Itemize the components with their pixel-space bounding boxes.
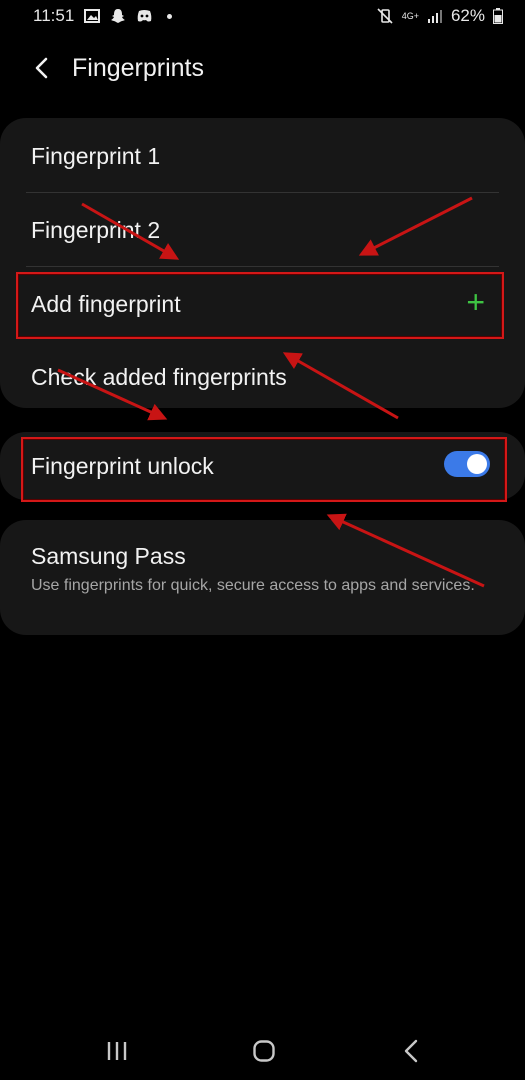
plus-icon[interactable]: +	[466, 286, 485, 318]
app-header: Fingerprints	[0, 45, 525, 95]
status-time: 11:51	[33, 6, 75, 25]
status-bar: 11:51 4G+ 62%	[0, 0, 525, 34]
snapchat-icon	[111, 9, 126, 23]
signal-icon	[427, 10, 442, 23]
fingerprint-unlock-toggle[interactable]	[444, 451, 490, 477]
divider	[26, 192, 499, 193]
recents-icon[interactable]	[106, 1040, 128, 1062]
samsung-pass-title: Samsung Pass	[31, 543, 186, 569]
page-title: Fingerprints	[72, 54, 204, 82]
image-icon	[84, 9, 101, 23]
dot-icon	[167, 13, 173, 19]
back-arrow-icon	[35, 57, 48, 79]
battery-icon	[493, 8, 503, 24]
add-fingerprint-button[interactable]: Add fingerprint	[31, 291, 181, 318]
status-right: 4G+ 62%	[376, 6, 503, 26]
battery-percent: 62%	[450, 6, 485, 25]
toggle-knob	[467, 454, 487, 474]
divider	[26, 266, 499, 267]
status-left: 11:51	[33, 6, 173, 26]
discord-icon	[137, 10, 152, 22]
home-icon[interactable]	[252, 1039, 276, 1063]
samsung-pass-description: Use fingerprints for quick, secure acces…	[31, 577, 475, 594]
network-type: 4G+	[401, 10, 419, 21]
fingerprint-unlock-label: Fingerprint unlock	[31, 453, 214, 479]
back-button[interactable]	[26, 53, 56, 83]
check-fingerprints-item[interactable]: Check added fingerprints	[31, 364, 287, 391]
fingerprint-2-item[interactable]: Fingerprint 2	[31, 217, 160, 244]
vibrate-off-icon	[377, 8, 393, 24]
back-icon[interactable]	[403, 1039, 419, 1063]
fingerprint-1-item[interactable]: Fingerprint 1	[31, 143, 160, 170]
nav-bar	[0, 1020, 525, 1080]
